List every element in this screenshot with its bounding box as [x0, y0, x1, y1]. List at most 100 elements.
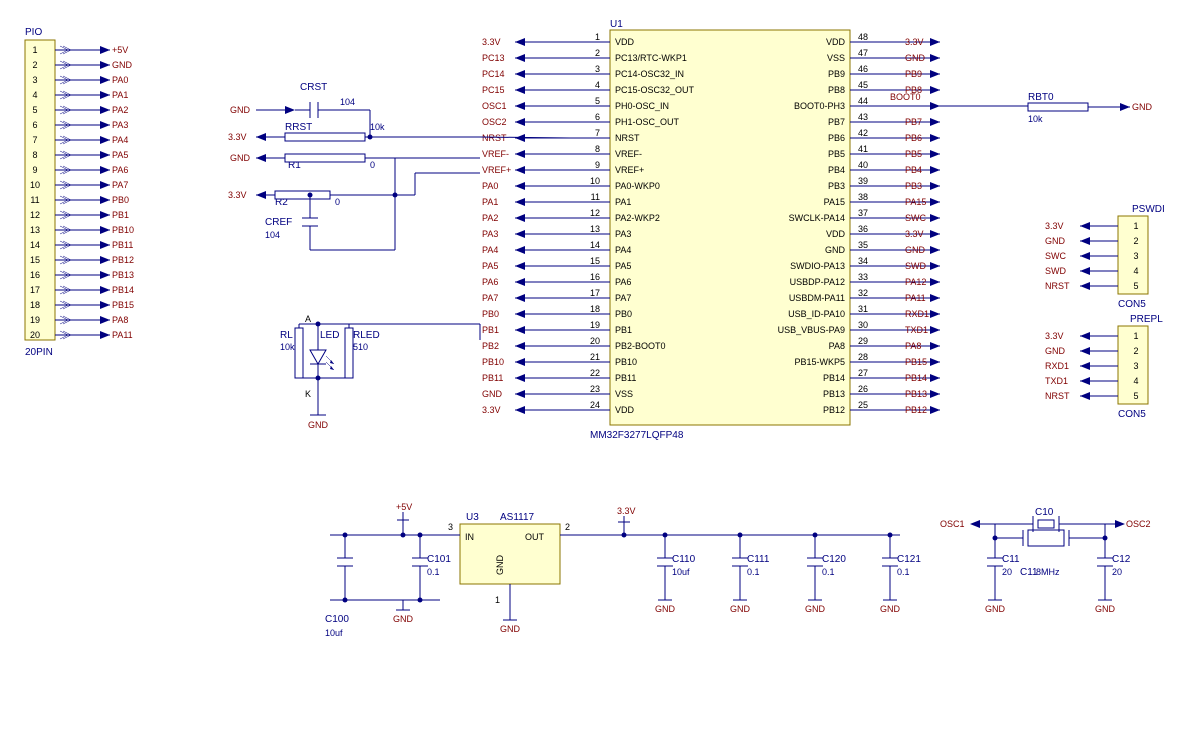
svg-text:PB14: PB14: [112, 285, 134, 295]
svg-text:20: 20: [590, 336, 600, 346]
svg-text:PC14: PC14: [482, 69, 505, 79]
svg-text:104: 104: [340, 97, 355, 107]
svg-text:K: K: [305, 389, 311, 399]
svg-text:RLED: RLED: [353, 330, 380, 341]
svg-text:15: 15: [30, 255, 40, 265]
svg-text:TXD1: TXD1: [1045, 376, 1068, 386]
regulator-section: +5V C100 10uf C101 0.1 GND U3 AS1117 IN …: [325, 502, 921, 638]
svg-text:PSWDI: PSWDI: [1132, 204, 1165, 215]
svg-text:10k: 10k: [370, 122, 385, 132]
svg-text:47: 47: [858, 48, 868, 58]
svg-text:PA4: PA4: [482, 245, 498, 255]
svg-text:OSC2: OSC2: [1126, 519, 1151, 529]
svg-text:PH1-OSC_OUT: PH1-OSC_OUT: [615, 117, 680, 127]
svg-text:3.3V: 3.3V: [905, 229, 924, 239]
svg-text:3.3V: 3.3V: [617, 506, 636, 516]
svg-text:48: 48: [858, 32, 868, 42]
rbt0: RBT0 10k GND: [1028, 92, 1153, 124]
svg-text:27: 27: [858, 368, 868, 378]
svg-text:3.3V: 3.3V: [482, 37, 501, 47]
svg-text:GND: GND: [1095, 604, 1116, 614]
svg-text:10: 10: [30, 180, 40, 190]
svg-text:6: 6: [595, 112, 600, 122]
svg-text:18: 18: [30, 300, 40, 310]
svg-text:C10: C10: [1035, 507, 1054, 518]
svg-text:CRST: CRST: [300, 82, 327, 93]
svg-text:USB_ID-PA10: USB_ID-PA10: [788, 309, 845, 319]
svg-text:PB10: PB10: [615, 357, 637, 367]
svg-text:OSC2: OSC2: [482, 117, 507, 127]
svg-text:PB5: PB5: [905, 149, 922, 159]
svg-text:GND: GND: [308, 420, 329, 430]
svg-text:PB14: PB14: [905, 373, 927, 383]
svg-text:GND: GND: [730, 604, 751, 614]
svg-text:36: 36: [858, 224, 868, 234]
schematic-canvas: PIO 20PIN 1+5V2GND3PA04PA15PA26PA37PA48P…: [0, 0, 1188, 731]
svg-text:18: 18: [590, 304, 600, 314]
svg-text:VREF+: VREF+: [615, 165, 644, 175]
svg-text:NRST: NRST: [482, 133, 507, 143]
svg-text:PA5: PA5: [482, 261, 498, 271]
svg-text:28: 28: [858, 352, 868, 362]
svg-text:VREF-: VREF-: [615, 149, 642, 159]
svg-text:11: 11: [591, 192, 600, 202]
svg-text:PA3: PA3: [112, 120, 128, 130]
svg-text:1: 1: [1133, 221, 1138, 231]
svg-text:0: 0: [335, 197, 340, 207]
svg-text:RL: RL: [280, 330, 293, 341]
svg-text:11: 11: [30, 195, 39, 205]
svg-text:3.3V: 3.3V: [482, 405, 501, 415]
svg-text:3.3V: 3.3V: [1045, 221, 1064, 231]
svg-text:C120: C120: [822, 554, 846, 565]
svg-text:BOOT0-PH3: BOOT0-PH3: [794, 101, 845, 111]
svg-text:VDD: VDD: [826, 37, 846, 47]
svg-text:PB13: PB13: [112, 270, 134, 280]
svg-text:0.1: 0.1: [747, 567, 760, 577]
svg-text:17: 17: [30, 285, 40, 295]
svg-text:GND: GND: [482, 389, 503, 399]
svg-text:+5V: +5V: [112, 45, 128, 55]
svg-text:RXD1: RXD1: [1045, 361, 1069, 371]
svg-text:PB4: PB4: [905, 165, 922, 175]
svg-text:38: 38: [858, 192, 868, 202]
svg-text:PB0: PB0: [482, 309, 499, 319]
svg-text:PA8: PA8: [829, 341, 845, 351]
svg-text:PB15: PB15: [112, 300, 134, 310]
svg-text:USBDM-PA11: USBDM-PA11: [789, 293, 845, 303]
svg-text:5: 5: [1133, 281, 1138, 291]
svg-text:PB2: PB2: [482, 341, 499, 351]
svg-text:GND: GND: [880, 604, 901, 614]
svg-text:PB1: PB1: [615, 325, 632, 335]
osc-section: C10 OSC1 OSC2 C11 8MHz C11 20 GND C12 20…: [940, 507, 1151, 614]
svg-text:PB0: PB0: [112, 195, 129, 205]
svg-text:104: 104: [265, 230, 280, 240]
svg-text:7: 7: [595, 128, 600, 138]
svg-text:PA3: PA3: [615, 229, 631, 239]
svg-text:PA5: PA5: [112, 150, 128, 160]
svg-text:3.3V: 3.3V: [1045, 331, 1064, 341]
svg-text:PB12: PB12: [905, 405, 927, 415]
svg-text:C121: C121: [897, 554, 921, 565]
svg-text:0.1: 0.1: [822, 567, 835, 577]
svg-text:PB14: PB14: [823, 373, 845, 383]
svg-text:GND: GND: [655, 604, 676, 614]
svg-text:7: 7: [32, 135, 37, 145]
svg-text:PA1: PA1: [112, 90, 128, 100]
svg-text:CREF: CREF: [265, 217, 292, 228]
svg-text:PB2-BOOT0: PB2-BOOT0: [615, 341, 666, 351]
svg-text:PA8: PA8: [112, 315, 128, 325]
svg-text:PA3: PA3: [482, 229, 498, 239]
svg-text:4: 4: [595, 80, 600, 90]
svg-text:46: 46: [858, 64, 868, 74]
svg-text:PA2: PA2: [482, 213, 498, 223]
svg-text:19: 19: [590, 320, 600, 330]
svg-text:VSS: VSS: [827, 53, 845, 63]
svg-text:GND: GND: [805, 604, 826, 614]
svg-text:3: 3: [32, 75, 37, 85]
pio-type: 20PIN: [25, 347, 53, 358]
svg-text:U1: U1: [610, 19, 623, 30]
svg-text:12: 12: [590, 208, 600, 218]
svg-text:PC13: PC13: [482, 53, 505, 63]
svg-text:45: 45: [858, 80, 868, 90]
svg-text:PB15-WKP5: PB15-WKP5: [794, 357, 845, 367]
